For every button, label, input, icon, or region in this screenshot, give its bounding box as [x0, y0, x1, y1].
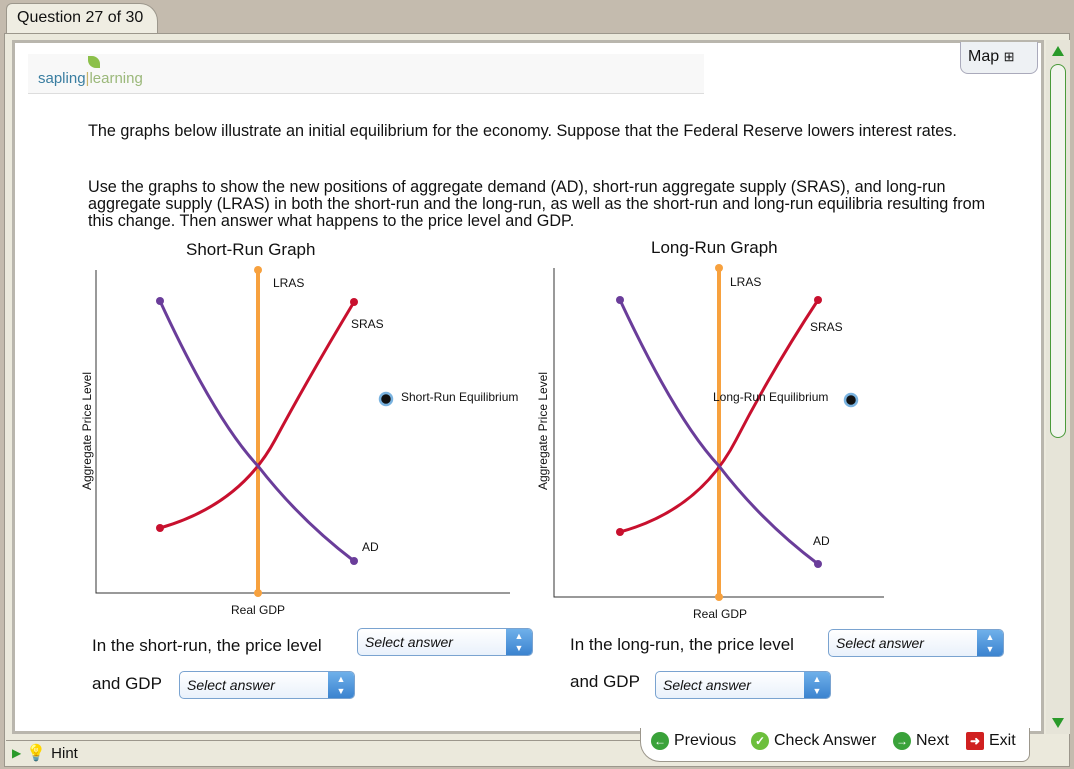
arrow-left-icon: ←: [651, 732, 669, 750]
arrow-right-icon: →: [893, 732, 911, 750]
exit-button[interactable]: ➜ Exit: [966, 732, 1016, 750]
long-run-equilibrium-label[interactable]: Long-Run Equilibrium: [713, 390, 828, 404]
previous-button[interactable]: ← Previous: [651, 732, 736, 750]
y-axis-label: Aggregate Price Level: [536, 371, 550, 491]
lightbulb-icon: 💡: [26, 745, 47, 762]
updown-icon: ▲ ▼: [804, 672, 830, 698]
nav-bar: ← Previous ✓ Check Answer → Next ➜ Exit: [640, 728, 1030, 762]
next-label: Next: [916, 732, 949, 749]
hint-button[interactable]: ▶ 💡 Hint: [12, 743, 78, 763]
lras-label: LRAS: [730, 275, 762, 289]
short-price-select[interactable]: Select answer ▲ ▼: [357, 628, 533, 656]
equilibrium-marker: [843, 392, 859, 408]
equilibrium-marker: [378, 391, 394, 407]
exit-door-icon: ➜: [966, 732, 984, 750]
x-axis-label: Real GDP: [693, 607, 748, 621]
sras-label: SRAS: [351, 317, 384, 331]
next-button[interactable]: → Next: [893, 732, 949, 750]
lras-label: LRAS: [273, 276, 305, 290]
updown-icon: ▲ ▼: [506, 629, 532, 655]
long-run-graph: [553, 264, 884, 601]
short-gdp-label: and GDP: [92, 674, 162, 693]
short-price-label: In the short-run, the price level: [92, 636, 322, 655]
ad-label: AD: [813, 534, 830, 548]
short-run-graph: [95, 266, 510, 597]
ad-label: AD: [362, 540, 379, 554]
check-answer-button[interactable]: ✓ Check Answer: [751, 732, 876, 750]
updown-icon: ▲ ▼: [977, 630, 1003, 656]
checkmark-icon: ✓: [751, 732, 769, 750]
long-gdp-select[interactable]: Select answer ▲ ▼: [655, 671, 831, 699]
play-icon: ▶: [12, 746, 22, 760]
check-label: Check Answer: [774, 732, 877, 749]
sras-label: SRAS: [810, 320, 843, 334]
exit-label: Exit: [989, 732, 1016, 749]
y-axis-label: Aggregate Price Level: [80, 371, 94, 491]
long-gdp-label: and GDP: [570, 672, 640, 691]
short-gdp-select[interactable]: Select answer ▲ ▼: [179, 671, 355, 699]
hint-label: Hint: [51, 744, 78, 762]
long-price-label: In the long-run, the price level: [570, 635, 794, 654]
select-value: Select answer: [836, 635, 924, 651]
hint-bar: ▶ 💡 Hint: [6, 740, 640, 764]
y-axis: [95, 270, 510, 594]
short-run-equilibrium-label[interactable]: Short-Run Equilibrium: [401, 390, 518, 404]
select-value: Select answer: [365, 634, 453, 650]
x-axis-label: Real GDP: [231, 603, 286, 617]
previous-label: Previous: [674, 732, 737, 749]
select-value: Select answer: [187, 677, 275, 693]
updown-icon: ▲ ▼: [328, 672, 354, 698]
long-price-select[interactable]: Select answer ▲ ▼: [828, 629, 1004, 657]
select-value: Select answer: [663, 677, 751, 693]
